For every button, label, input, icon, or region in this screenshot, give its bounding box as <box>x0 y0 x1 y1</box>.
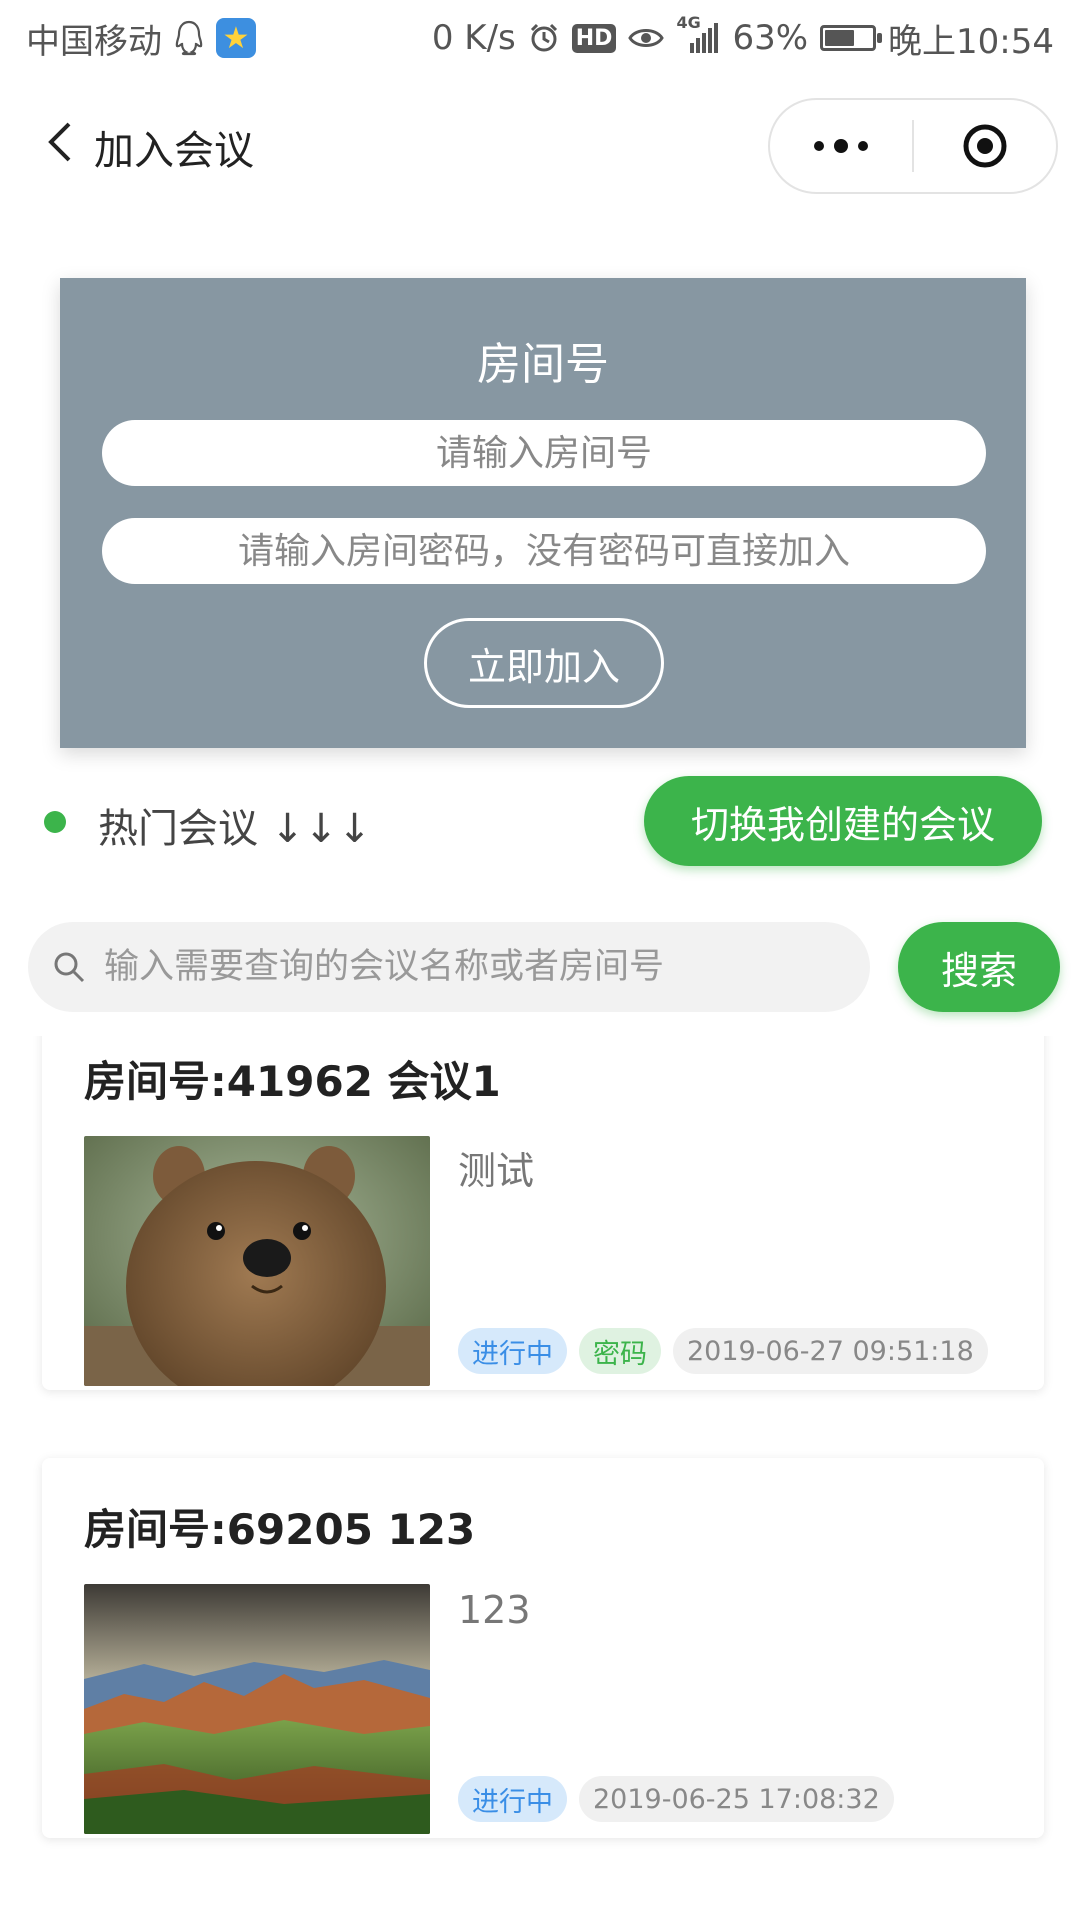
meeting-card[interactable]: 房间号:69205 123 123 进行中 2019-06-25 17:08:3… <box>42 1458 1044 1838</box>
clock: 晚上10:54 <box>888 21 1054 62</box>
meeting-title: 房间号:69205 123 <box>84 1505 476 1554</box>
status-bar: 中国移动 ★ 0 K/s HD 4G 63% 晚上10:54 <box>0 0 1080 76</box>
room-number-input[interactable] <box>102 420 986 486</box>
battery-fill <box>825 30 854 46</box>
star-app-icon: ★ <box>216 18 256 58</box>
join-now-button[interactable]: 立即加入 <box>424 618 664 708</box>
meeting-tags: 进行中 密码 2019-06-27 09:51:18 <box>458 1328 988 1374</box>
qq-icon <box>174 20 204 56</box>
alarm-icon <box>528 22 560 54</box>
meeting-description: 测试 <box>458 1149 535 1193</box>
back-button[interactable] <box>30 112 90 172</box>
meeting-thumbnail <box>84 1584 430 1834</box>
meeting-description: 123 <box>458 1588 531 1632</box>
panel-title: 房间号 <box>477 339 609 390</box>
status-bar-left: 中国移动 ★ <box>26 14 256 63</box>
meeting-thumbnail <box>84 1136 430 1386</box>
hot-meetings-label: 热门会议 ↓↓↓ <box>98 806 372 852</box>
mini-program-capsule <box>768 98 1058 194</box>
meeting-card[interactable]: 房间号:41962 会议1 测试 进行中 密码 2019-06-27 09:51… <box>42 1036 1044 1390</box>
room-password-input[interactable] <box>102 518 986 584</box>
search-box[interactable] <box>28 922 870 1012</box>
password-badge: 密码 <box>579 1328 661 1374</box>
battery-percent: 63% <box>732 18 809 58</box>
battery-icon <box>820 25 883 51</box>
network-speed: 0 K/s <box>431 18 516 58</box>
status-badge: 进行中 <box>458 1776 567 1822</box>
more-button[interactable] <box>770 100 912 192</box>
join-room-panel: 房间号 立即加入 <box>60 278 1026 748</box>
nav-bar: 加入会议 <box>0 90 1080 200</box>
meeting-list[interactable]: 房间号:41962 会议1 测试 进行中 密码 2019-06-27 09:51… <box>0 1036 1080 1920</box>
hd-icon: HD <box>571 23 617 53</box>
chevron-left-icon <box>48 122 71 162</box>
page-title: 加入会议 <box>94 128 254 174</box>
carrier-label: 中国移动 <box>26 21 162 62</box>
signal-type: 4G <box>676 13 701 32</box>
close-mini-program-button[interactable] <box>914 100 1056 192</box>
search-input[interactable] <box>104 947 864 987</box>
status-badge: 进行中 <box>458 1328 567 1374</box>
search-button[interactable]: 搜索 <box>898 922 1060 1012</box>
green-dot-icon <box>44 811 66 833</box>
more-dots-icon <box>814 139 868 153</box>
target-close-icon <box>963 124 1007 168</box>
hot-meetings-header: 热门会议 ↓↓↓ 切换我创建的会议 <box>0 776 1080 870</box>
search-icon <box>54 952 85 983</box>
signal-icon: 4G <box>676 13 720 53</box>
status-bar-right: 0 K/s HD 4G 63% 晚上10:54 <box>431 13 1054 63</box>
eye-icon <box>628 24 665 52</box>
switch-my-meetings-button[interactable]: 切换我创建的会议 <box>644 776 1042 866</box>
meeting-time: 2019-06-27 09:51:18 <box>673 1328 988 1374</box>
meeting-tags: 进行中 2019-06-25 17:08:32 <box>458 1776 894 1822</box>
meeting-title: 房间号:41962 会议1 <box>84 1057 501 1106</box>
meeting-time: 2019-06-25 17:08:32 <box>579 1776 894 1822</box>
